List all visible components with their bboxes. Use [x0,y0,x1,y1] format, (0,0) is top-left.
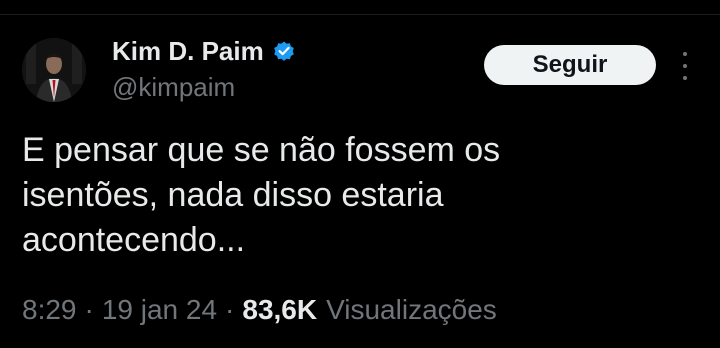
tweet-text-line: isentões, nada disso estaria [22,176,444,214]
more-dot [683,76,687,80]
tweet-date[interactable]: 19 jan 24 [102,294,217,326]
author-handle[interactable]: @kimpaim [112,72,235,103]
avatar[interactable] [22,38,86,102]
tweet-text-line: acontecendo... [22,221,246,259]
tweet-text-line: E pensar que se não fossem os [22,131,501,169]
views-count: 83,6K [242,294,318,325]
more-dot [683,64,687,68]
more-vertical-icon[interactable] [674,52,696,80]
views-label: Visualizações [326,294,497,325]
tweet-time[interactable]: 8:29 [22,294,77,326]
follow-button[interactable]: Seguir [484,45,656,85]
more-dot [683,52,687,56]
tweet-meta: 8:29 · 19 jan 24 · 83,6K Visualizações [22,294,497,326]
top-divider [0,14,720,15]
meta-separator: · [225,294,235,325]
author-name-row: Kim D. Paim [112,34,296,68]
avatar-photo [22,38,86,102]
tweet-text: E pensar que se não fossem os isentões, … [22,128,662,263]
verified-badge-icon [272,39,296,63]
meta-separator: · [84,294,94,325]
author-display-name[interactable]: Kim D. Paim [112,36,264,67]
